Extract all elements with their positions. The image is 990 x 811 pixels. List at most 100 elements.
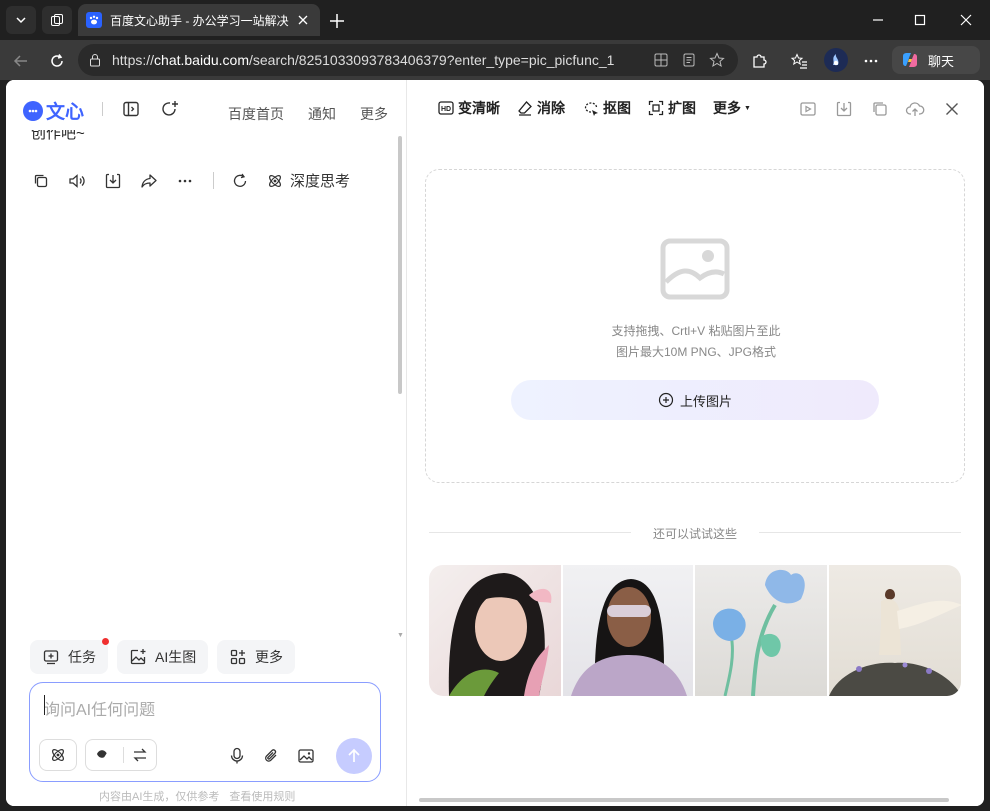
ellipsis-icon [178,179,192,183]
disclaimer-text: 内容由AI生成，仅供参考 [99,791,220,803]
voice-input-button[interactable] [226,745,248,767]
tab-actions-button[interactable] [6,6,36,34]
minimize-button[interactable] [866,8,890,32]
share-icon [141,174,157,188]
close-window-button[interactable] [954,8,978,32]
page-content: 文心 百度首页 通知 更多 创作吧~ 深度思考 ▼ 任务 AI生图 更多 询问A… [6,80,984,806]
copilot-chat-button[interactable]: 聊天 [892,46,980,74]
tool-cutout[interactable]: 抠图 [583,98,631,118]
task-chip[interactable]: 任务 [30,640,108,674]
reader-mode-button[interactable] [678,49,700,71]
url-path: /search/8251033093783406379?enter_type=p… [248,52,615,68]
attach-file-button[interactable] [260,745,282,767]
url-bar[interactable]: https://chat.baidu.com/search/8251033093… [78,44,738,76]
copy-image-button[interactable] [869,98,891,120]
address-bar-row: https://chat.baidu.com/search/8251033093… [0,40,990,80]
extensions-button[interactable] [748,50,770,72]
star-icon [709,52,725,68]
logo-text: 文心 [46,102,85,123]
nav-notifications[interactable]: 通知 [308,104,336,124]
more-tools-label: 更多 [255,649,283,665]
copy-icon [873,102,887,116]
sample-gallery [429,565,961,696]
back-button[interactable] [10,50,32,72]
video-button[interactable] [797,98,819,120]
settings-more-button[interactable] [860,50,882,72]
tool-more[interactable]: 更多 ▼ [713,98,751,118]
copy-button[interactable] [30,170,52,192]
profile-avatar[interactable] [824,48,848,72]
sample-image-4[interactable] [829,565,961,696]
tab-close-button[interactable] [294,11,312,29]
sample-image-2[interactable] [563,565,694,696]
plus-icon [330,14,344,28]
new-chat-button[interactable] [159,98,181,120]
toggle-sidebar-button[interactable] [120,98,142,120]
model-switch-button[interactable] [85,739,157,771]
upload-cloud-button[interactable] [904,98,926,120]
workspaces-button[interactable] [42,6,72,34]
more-tools-chip[interactable]: 更多 [217,640,295,674]
chat-input-box[interactable]: 询问AI任何问题 [29,682,381,782]
tab-bar: 百度文心助手 - 办公学习一站解决 [0,0,990,40]
close-icon [960,14,972,26]
chevron-down-icon [16,17,26,24]
collections-icon [51,14,63,26]
favorites-button[interactable] [788,50,810,72]
new-tab-button[interactable] [326,10,348,32]
new-chat-icon [162,101,178,116]
deep-think-button[interactable]: 深度思考 [266,170,350,191]
message-text-partial: 创作吧~ [31,130,85,142]
close-icon [298,15,308,25]
tool-erase[interactable]: 消除 [517,98,565,118]
more-actions-button[interactable] [174,170,196,192]
usage-rules-link[interactable]: 查看使用规则 [229,791,295,803]
svg-text:HD: HD [441,106,451,113]
ai-image-chip[interactable]: AI生图 [117,640,209,674]
task-notification-dot [102,638,109,645]
deep-think-toggle[interactable] [39,739,77,771]
text-caret [44,695,45,715]
refresh-button[interactable] [46,50,68,72]
avatar-icon [833,54,839,66]
nav-baidu-home[interactable]: 百度首页 [228,104,284,124]
chat-scrollbar[interactable] [398,136,402,394]
sample-glass-tulips [713,569,805,696]
read-aloud-button[interactable] [66,170,88,192]
refresh-icon [233,173,247,187]
share-button[interactable] [138,170,160,192]
image-icon [298,749,314,763]
nav-more[interactable]: 更多 [360,104,388,124]
horizontal-scrollbar[interactable] [419,798,949,802]
sample-image-1[interactable] [429,565,561,696]
upload-image-button[interactable] [295,745,317,767]
split-screen-button[interactable] [650,49,672,71]
sample-portrait-flowers [448,573,552,696]
upload-image-button[interactable]: 上传图片 [511,380,879,420]
tab-title: 百度文心助手 - 办公学习一站解决 [110,13,289,28]
minimize-icon [873,19,883,21]
tool-expand[interactable]: 扩图 [648,98,696,118]
download-image-button[interactable] [833,98,855,120]
sample-figure-on-rock [829,589,961,696]
regenerate-button[interactable] [229,170,251,192]
tab-active[interactable]: 百度文心助手 - 办公学习一站解决 [78,4,320,36]
wenxin-logo[interactable]: 文心 [23,97,84,124]
download-button[interactable] [102,170,124,192]
scroll-down-arrow[interactable]: ▼ [397,632,404,639]
lock-icon [90,54,100,67]
hd-icon: HD [438,101,454,115]
action-divider [213,172,214,189]
sidebar-icon [123,101,139,117]
image-dropzone[interactable]: 支持拖拽、Crtl+V 粘贴图片至此 图片最大10M PNG、JPG格式 上传图… [425,169,965,483]
close-panel-button[interactable] [941,98,963,120]
url-prefix: https:// [112,52,155,68]
maximize-button[interactable] [908,8,932,32]
tool-enhance[interactable]: HD 变清晰 [438,98,500,118]
sample-image-3[interactable] [695,565,828,696]
favorite-button[interactable] [706,49,728,71]
image-tools-panel: HD 变清晰 消除 抠图 扩图 更多 ▼ 支持拖拽、Crtl+V 粘贴图片至此 … [407,80,984,806]
url-text[interactable]: https://chat.baidu.com/search/8251033093… [112,52,644,68]
favorites-list-icon [790,53,807,69]
send-button[interactable] [336,738,372,774]
